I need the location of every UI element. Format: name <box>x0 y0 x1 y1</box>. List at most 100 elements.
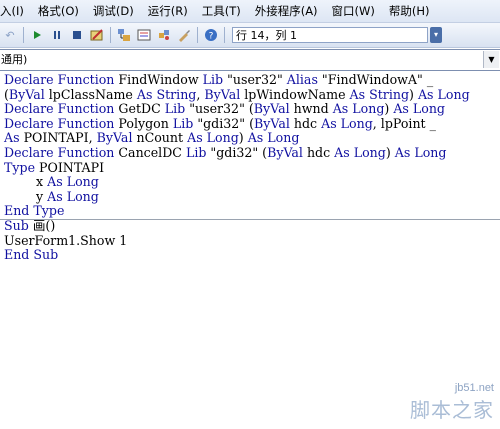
code-text: ) <box>409 86 418 102</box>
code-keyword: As String <box>136 86 197 102</box>
code-keyword: Declare Function <box>4 101 115 117</box>
code-text: x <box>4 174 48 190</box>
help-icon[interactable]: ? <box>203 27 219 43</box>
code-keyword: ByVal <box>253 101 290 117</box>
code-text: Polygon <box>114 115 173 131</box>
code-keyword: As Long <box>417 86 470 102</box>
menu-format[interactable]: 格式(O) <box>33 3 88 19</box>
toolbar-separator <box>110 27 111 43</box>
code-text: ) <box>385 145 395 160</box>
code-line: (ByVal lpClassName As String, ByVal lpWi… <box>4 86 470 102</box>
code-text: lpClassName <box>44 86 137 102</box>
code-editor[interactable]: Declare Function FindWindow Lib "user32"… <box>0 73 500 429</box>
code-text: ) <box>384 101 394 117</box>
code-text: hwnd <box>289 101 333 117</box>
menu-bar: 入(I) 格式(O) 调试(D) 运行(R) 工具(T) 外接程序(A) 窗口(… <box>0 0 500 23</box>
code-keyword: As Long <box>47 174 99 190</box>
code-text: nCount <box>132 130 188 146</box>
code-keyword: As Long <box>334 145 386 160</box>
toolbar-options-chevron-icon[interactable]: ▾ <box>430 27 442 43</box>
code-keyword: As Long <box>247 130 300 146</box>
code-line: x As Long <box>4 175 99 189</box>
toolbar-separator <box>224 27 225 43</box>
code-keyword: ByVal <box>254 115 290 131</box>
design-mode-icon[interactable] <box>89 27 105 43</box>
code-text: ) <box>238 130 248 146</box>
code-line: Sub 画() <box>4 219 55 233</box>
run-icon[interactable] <box>29 27 45 43</box>
code-keyword: Type <box>4 159 36 175</box>
code-text: UserForm1.Show 1 <box>4 232 128 248</box>
code-keyword: As Long <box>47 188 99 204</box>
code-text: "user32" <box>223 72 287 87</box>
object-browser-icon[interactable] <box>156 27 172 43</box>
code-text: , lpPoint _ <box>372 115 436 131</box>
code-keyword: Sub <box>4 218 29 233</box>
code-line: End Type <box>4 204 64 218</box>
code-keyword: As Long <box>393 101 445 117</box>
code-keyword: Lib <box>172 115 194 131</box>
code-text: FindWindow <box>114 72 203 87</box>
properties-icon[interactable] <box>136 27 152 43</box>
procedure-separator <box>0 218 500 220</box>
code-keyword: ByVal <box>204 86 241 102</box>
code-keyword: Lib <box>202 72 224 87</box>
code-keyword: Declare Function <box>4 145 115 160</box>
code-keyword: ByVal <box>96 130 133 146</box>
code-keyword: Lib <box>164 101 186 117</box>
code-line: y As Long <box>4 188 99 204</box>
code-line: Declare Function GetDC Lib "user32" (ByV… <box>4 102 445 116</box>
menu-run[interactable]: 运行(R) <box>143 3 197 19</box>
code-line: Declare Function CancelDC Lib "gdi32" (B… <box>4 146 446 160</box>
code-keyword: End Type <box>4 203 65 219</box>
project-explorer-icon[interactable] <box>116 27 132 43</box>
code-line: UserForm1.Show 1 <box>4 232 128 248</box>
code-line: Declare Function FindWindow Lib "user32"… <box>4 73 433 87</box>
reset-icon[interactable] <box>69 27 85 43</box>
dropdown-arrow-icon[interactable]: ▼ <box>483 51 499 68</box>
code-text: y <box>4 188 48 204</box>
code-text: "user32" ( <box>185 101 254 117</box>
code-text: "gdi32" ( <box>206 145 268 160</box>
menu-help[interactable]: 帮助(H) <box>384 3 439 19</box>
code-line: End Sub <box>4 248 58 262</box>
svg-text:?: ? <box>209 32 214 42</box>
toolbar-separator <box>23 27 24 43</box>
watermark-name: 脚本之家 <box>410 398 494 422</box>
code-keyword: As Long <box>187 130 239 146</box>
code-text: lpWindowName <box>240 86 350 102</box>
undo-icon[interactable]: ↶ <box>2 27 18 43</box>
object-dropdown-bar: 通用) ▼ <box>0 49 500 71</box>
code-text: hdc <box>302 145 335 160</box>
menu-debug[interactable]: 调试(D) <box>88 3 143 19</box>
object-dropdown[interactable]: 通用) <box>0 51 485 68</box>
code-text: POINTAPI <box>35 159 105 175</box>
code-keyword: Declare Function <box>4 115 115 131</box>
pause-icon[interactable] <box>49 27 65 43</box>
code-text: GetDC <box>114 101 165 117</box>
code-text: 画() <box>28 218 56 233</box>
code-keyword: ByVal <box>8 86 45 102</box>
code-keyword: As Long <box>394 145 447 160</box>
toolbar-separator <box>197 27 198 43</box>
code-text: "gdi32" ( <box>193 115 255 131</box>
code-text: CancelDC <box>114 145 186 160</box>
standard-toolbar: ↶ ? 行 14，列 1 ▾ <box>0 23 500 48</box>
code-text: hdc <box>289 115 322 131</box>
menu-tools[interactable]: 工具(T) <box>197 3 250 19</box>
menu-addins[interactable]: 外接程序(A) <box>250 3 327 19</box>
menu-window[interactable]: 窗口(W) <box>327 3 384 19</box>
code-keyword: End Sub <box>4 247 59 263</box>
code-keyword: Lib <box>185 145 207 160</box>
toolbox-icon[interactable] <box>176 27 192 43</box>
code-line: Declare Function Polygon Lib "gdi32" (By… <box>4 115 436 131</box>
code-keyword: ByVal <box>267 145 303 160</box>
code-line: Type POINTAPI <box>4 159 105 175</box>
code-text: POINTAPI, <box>19 130 97 146</box>
code-keyword: As <box>4 130 20 146</box>
code-keyword: As Long <box>321 115 373 131</box>
code-keyword: Declare Function <box>4 72 115 87</box>
menu-insert[interactable]: 入(I) <box>0 3 33 19</box>
code-text: "FindWindowA" _ <box>317 72 434 87</box>
code-keyword: Alias <box>286 72 318 87</box>
